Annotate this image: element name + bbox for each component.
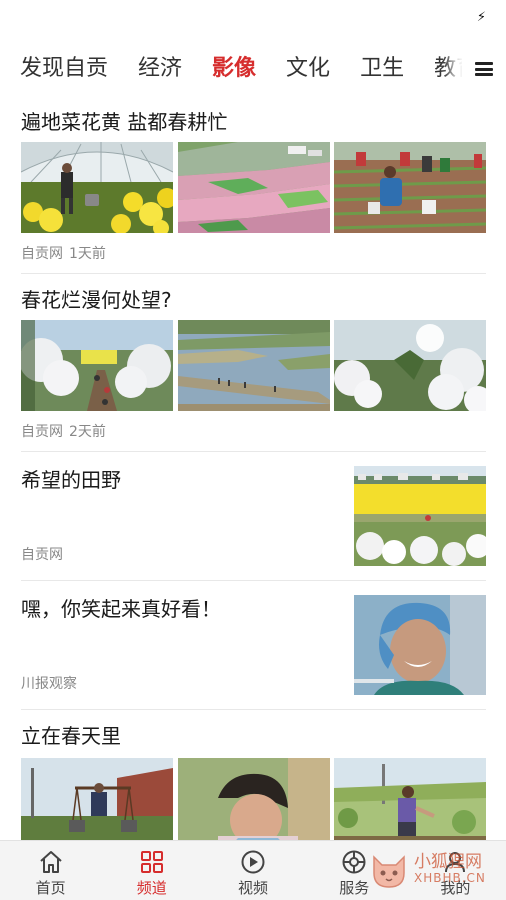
channel-grid-icon (140, 851, 163, 873)
flash-icon: ⚡ (476, 10, 486, 25)
article-card[interactable]: 立在春天里 (21, 710, 486, 849)
article-title[interactable]: 春花烂漫何处望? (21, 286, 486, 314)
article-meta: 川报观察 (21, 673, 77, 693)
article-title[interactable]: 立在春天里 (21, 722, 486, 750)
article-meta: 自贡网 (21, 544, 63, 564)
tab-economy[interactable]: 经济 (138, 44, 182, 94)
channel-menu-button[interactable] (462, 44, 506, 94)
article-image-row (21, 142, 486, 233)
article-image-farmers-planting[interactable] (334, 142, 486, 233)
nav-video-label: 视频 (238, 879, 269, 897)
nav-home[interactable]: 首页 (0, 841, 101, 900)
article-image-farmer-in-field[interactable] (334, 758, 486, 849)
user-icon (445, 852, 466, 873)
article-image-terraced-fields[interactable] (177, 142, 330, 233)
article-image-row (21, 758, 486, 849)
nav-home-label: 首页 (35, 879, 66, 897)
bottom-navigation: 首页 频道 视频 服务 我的 (0, 840, 506, 900)
article-image-farmer-carrying-pole[interactable] (21, 758, 173, 849)
status-bar: ⚡ (0, 0, 506, 38)
nav-channel-label: 频道 (136, 879, 167, 897)
tab-health[interactable]: 卫生 (360, 44, 404, 94)
video-play-icon (241, 850, 265, 874)
article-source: 川报观察 (21, 676, 77, 692)
tab-images[interactable]: 影像 (212, 44, 256, 94)
nav-video[interactable]: 视频 (202, 841, 303, 900)
nav-profile-label: 我的 (440, 879, 471, 897)
article-title[interactable]: 嘿，你笑起来真好看！ (21, 595, 321, 623)
article-image-greenhouse-rapeseed[interactable] (21, 142, 173, 233)
tab-discover-zigong[interactable]: 发现自贡 (20, 44, 108, 94)
nav-channel[interactable]: 频道 (101, 841, 202, 900)
article-card[interactable]: 遍地菜花黄 盐都春耕忙 自贡网 1天前 (21, 98, 486, 274)
article-card[interactable]: 春花烂漫何处望? 自贡网 2天前 (21, 274, 486, 452)
article-card[interactable]: 嘿，你笑起来真好看！ 川报观察 (21, 581, 486, 710)
article-image-rapeseed-field[interactable] (354, 466, 486, 566)
article-image-row (21, 320, 486, 411)
menu-icon (475, 62, 493, 76)
nav-service[interactable]: 服务 (304, 841, 405, 900)
article-image-woman-closeup[interactable] (177, 758, 330, 849)
article-image-smiling-nurse[interactable] (354, 595, 486, 695)
tab-culture[interactable]: 文化 (286, 44, 330, 94)
article-title[interactable]: 遍地菜花黄 盐都春耕忙 (21, 108, 486, 136)
news-feed: 遍地菜花黄 盐都春耕忙 自贡网 1天前 春花烂漫何处望? 自贡网 2天前 希望的… (21, 98, 486, 849)
article-source: 自贡网 (21, 547, 63, 563)
article-time: 1天前 (69, 246, 106, 262)
article-time: 2天前 (69, 424, 106, 440)
article-source: 自贡网 (21, 246, 63, 262)
article-meta: 自贡网 1天前 (21, 243, 486, 263)
home-icon (39, 851, 62, 873)
nav-profile[interactable]: 我的 (405, 841, 506, 900)
nav-service-label: 服务 (339, 879, 370, 897)
article-meta: 自贡网 2天前 (21, 421, 486, 441)
article-card[interactable]: 希望的田野 自贡网 (21, 452, 486, 581)
article-image-blossom-garden[interactable] (21, 320, 173, 411)
article-source: 自贡网 (21, 424, 63, 440)
article-image-river-stepping-stones[interactable] (177, 320, 330, 411)
service-icon (342, 850, 366, 874)
article-image-white-magnolia[interactable] (334, 320, 486, 411)
article-title[interactable]: 希望的田野 (21, 466, 321, 494)
tab-education[interactable]: 教育 (434, 44, 462, 94)
channel-tabs: 发现自贡 经济 影像 文化 卫生 教育 (0, 44, 506, 94)
